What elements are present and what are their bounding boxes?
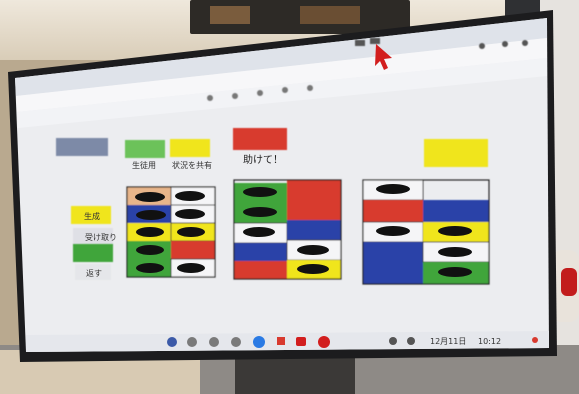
app-icon[interactable] (209, 337, 219, 347)
app-icon[interactable] (277, 337, 285, 345)
taskbar-date: 12月11日 (430, 337, 466, 346)
app-icon[interactable] (167, 337, 177, 347)
yellow-top-right-box (424, 139, 488, 167)
browser-icon[interactable] (253, 336, 265, 348)
taskbar-time: 10:12 (478, 337, 501, 346)
app-icon[interactable] (187, 337, 197, 347)
left-label: 返す (86, 269, 102, 278)
monitor: 生成 受け取り 返す 生徒用 状況を共有 助けて！ 12月11日 10:12 (8, 10, 557, 362)
app-icon[interactable] (231, 337, 241, 347)
red-header-box (233, 128, 287, 150)
status-icon[interactable] (389, 337, 397, 345)
red-box-label: 助けて！ (243, 153, 283, 166)
notification-icon[interactable] (532, 337, 538, 343)
sheet-label: 状況を共有 (172, 160, 212, 170)
left-green-box (73, 244, 113, 262)
left-label: 生成 (84, 211, 100, 221)
video-icon[interactable] (296, 337, 306, 346)
green-header-box (125, 140, 165, 158)
left-header-box (56, 138, 108, 156)
sheet-label: 生徒用 (132, 160, 156, 170)
status-icon[interactable] (407, 337, 415, 345)
left-label: 受け取り (85, 232, 117, 242)
photo-scene: 生成 受け取り 返す 生徒用 状況を共有 助けて！ 12月11日 10:12 (0, 0, 579, 394)
yellow-header-box (170, 139, 210, 157)
app-icon[interactable] (318, 336, 330, 348)
